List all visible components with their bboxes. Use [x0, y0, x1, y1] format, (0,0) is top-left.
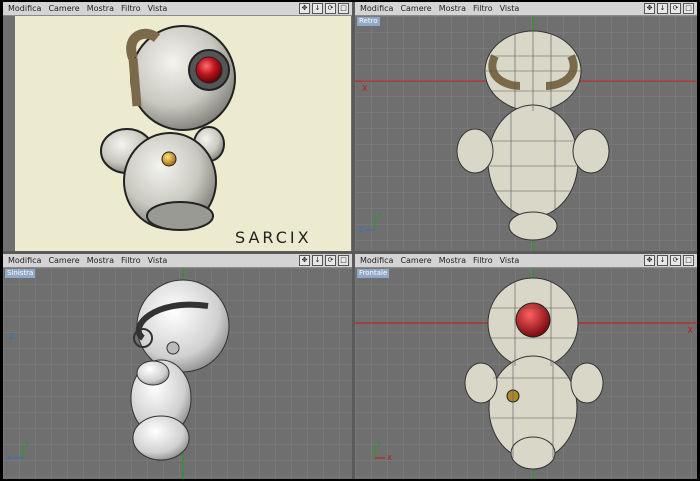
menu-vista[interactable]: Vista — [500, 4, 520, 13]
viewport-menubar: Modifica Camere Mostra Filtro Vista ✥ ↓ … — [355, 254, 697, 268]
axis-x-label: X — [687, 326, 693, 335]
rotate-icon[interactable]: ⟳ — [325, 255, 336, 266]
render-preview: SARCIX — [15, 16, 351, 251]
viewport-menubar: Modifica Camere Mostra Filtro Vista ✥ ↓ … — [3, 254, 352, 268]
menu-modifica[interactable]: Modifica — [360, 4, 393, 13]
axis-y-label: Y — [25, 440, 30, 448]
menu-filtro[interactable]: Filtro — [121, 256, 141, 265]
menu-filtro[interactable]: Filtro — [473, 256, 493, 265]
menu-camere[interactable]: Camere — [400, 4, 431, 13]
app-window: Modifica Camere Mostra Filtro Vista ✥ ↓ … — [3, 2, 697, 479]
menu-camere[interactable]: Camere — [48, 4, 79, 13]
viewport-canvas[interactable]: Z Y X — [3, 268, 352, 479]
sarcix-logo: SARCIX — [235, 228, 312, 247]
robot-render — [100, 25, 236, 231]
grid-view — [3, 268, 352, 479]
viewport-label: Retro — [357, 17, 380, 26]
axis-x2-label: X — [387, 454, 392, 462]
viewport-sinistra[interactable]: Modifica Camere Mostra Filtro Vista ✥ ↓ … — [3, 254, 352, 479]
axis-x-label: X — [362, 84, 368, 93]
maximize-icon[interactable]: □ — [683, 255, 694, 266]
menu-mostra[interactable]: Mostra — [439, 4, 466, 13]
viewport-canvas[interactable]: X Y Z — [355, 16, 697, 251]
menu-modifica[interactable]: Modifica — [360, 256, 393, 265]
rotate-icon[interactable]: ⟳ — [670, 255, 681, 266]
viewport-menubar: Modifica Camere Mostra Filtro Vista ✥ ↓ … — [355, 2, 697, 16]
axis-y-label: Y — [377, 212, 382, 220]
viewport-retro[interactable]: Modifica Camere Mostra Filtro Vista ✥ ↓ … — [355, 2, 697, 251]
menu-mostra[interactable]: Mostra — [87, 4, 114, 13]
move-icon[interactable]: ✥ — [644, 3, 655, 14]
menu-filtro[interactable]: Filtro — [121, 4, 141, 13]
rotate-icon[interactable]: ⟳ — [670, 3, 681, 14]
grid-view — [355, 16, 697, 251]
maximize-icon[interactable]: □ — [338, 255, 349, 266]
menu-modifica[interactable]: Modifica — [8, 4, 41, 13]
dolly-icon[interactable]: ↓ — [657, 255, 668, 266]
logo-text: SARCIX — [235, 228, 312, 247]
axis-y-label: Y — [377, 440, 382, 448]
rotate-icon[interactable]: ⟳ — [325, 3, 336, 14]
maximize-icon[interactable]: □ — [683, 3, 694, 14]
move-icon[interactable]: ✥ — [299, 255, 310, 266]
viewport-menubar: Modifica Camere Mostra Filtro Vista ✥ ↓ … — [3, 2, 352, 16]
viewport-frontale[interactable]: Modifica Camere Mostra Filtro Vista ✥ ↓ … — [355, 254, 697, 479]
viewport-label: Frontale — [357, 269, 390, 278]
menu-modifica[interactable]: Modifica — [8, 256, 41, 265]
viewport-render[interactable]: Modifica Camere Mostra Filtro Vista ✥ ↓ … — [3, 2, 352, 251]
menu-vista[interactable]: Vista — [148, 256, 168, 265]
viewport-label: Sinistra — [5, 269, 36, 278]
viewport-canvas[interactable]: X Y X — [355, 268, 697, 479]
menu-camere[interactable]: Camere — [48, 256, 79, 265]
axis-z-label: Z — [359, 226, 364, 234]
maximize-icon[interactable]: □ — [338, 3, 349, 14]
dolly-icon[interactable]: ↓ — [312, 255, 323, 266]
dolly-icon[interactable]: ↓ — [312, 3, 323, 14]
menu-mostra[interactable]: Mostra — [87, 256, 114, 265]
menu-filtro[interactable]: Filtro — [473, 4, 493, 13]
axis-z-label: Z — [9, 332, 15, 341]
menu-camere[interactable]: Camere — [400, 256, 431, 265]
menu-vista[interactable]: Vista — [500, 256, 520, 265]
menu-vista[interactable]: Vista — [148, 4, 168, 13]
move-icon[interactable]: ✥ — [299, 3, 310, 14]
move-icon[interactable]: ✥ — [644, 255, 655, 266]
dolly-icon[interactable]: ↓ — [657, 3, 668, 14]
grid-view — [355, 268, 697, 479]
axis-x-label: X — [7, 454, 12, 462]
menu-mostra[interactable]: Mostra — [439, 256, 466, 265]
